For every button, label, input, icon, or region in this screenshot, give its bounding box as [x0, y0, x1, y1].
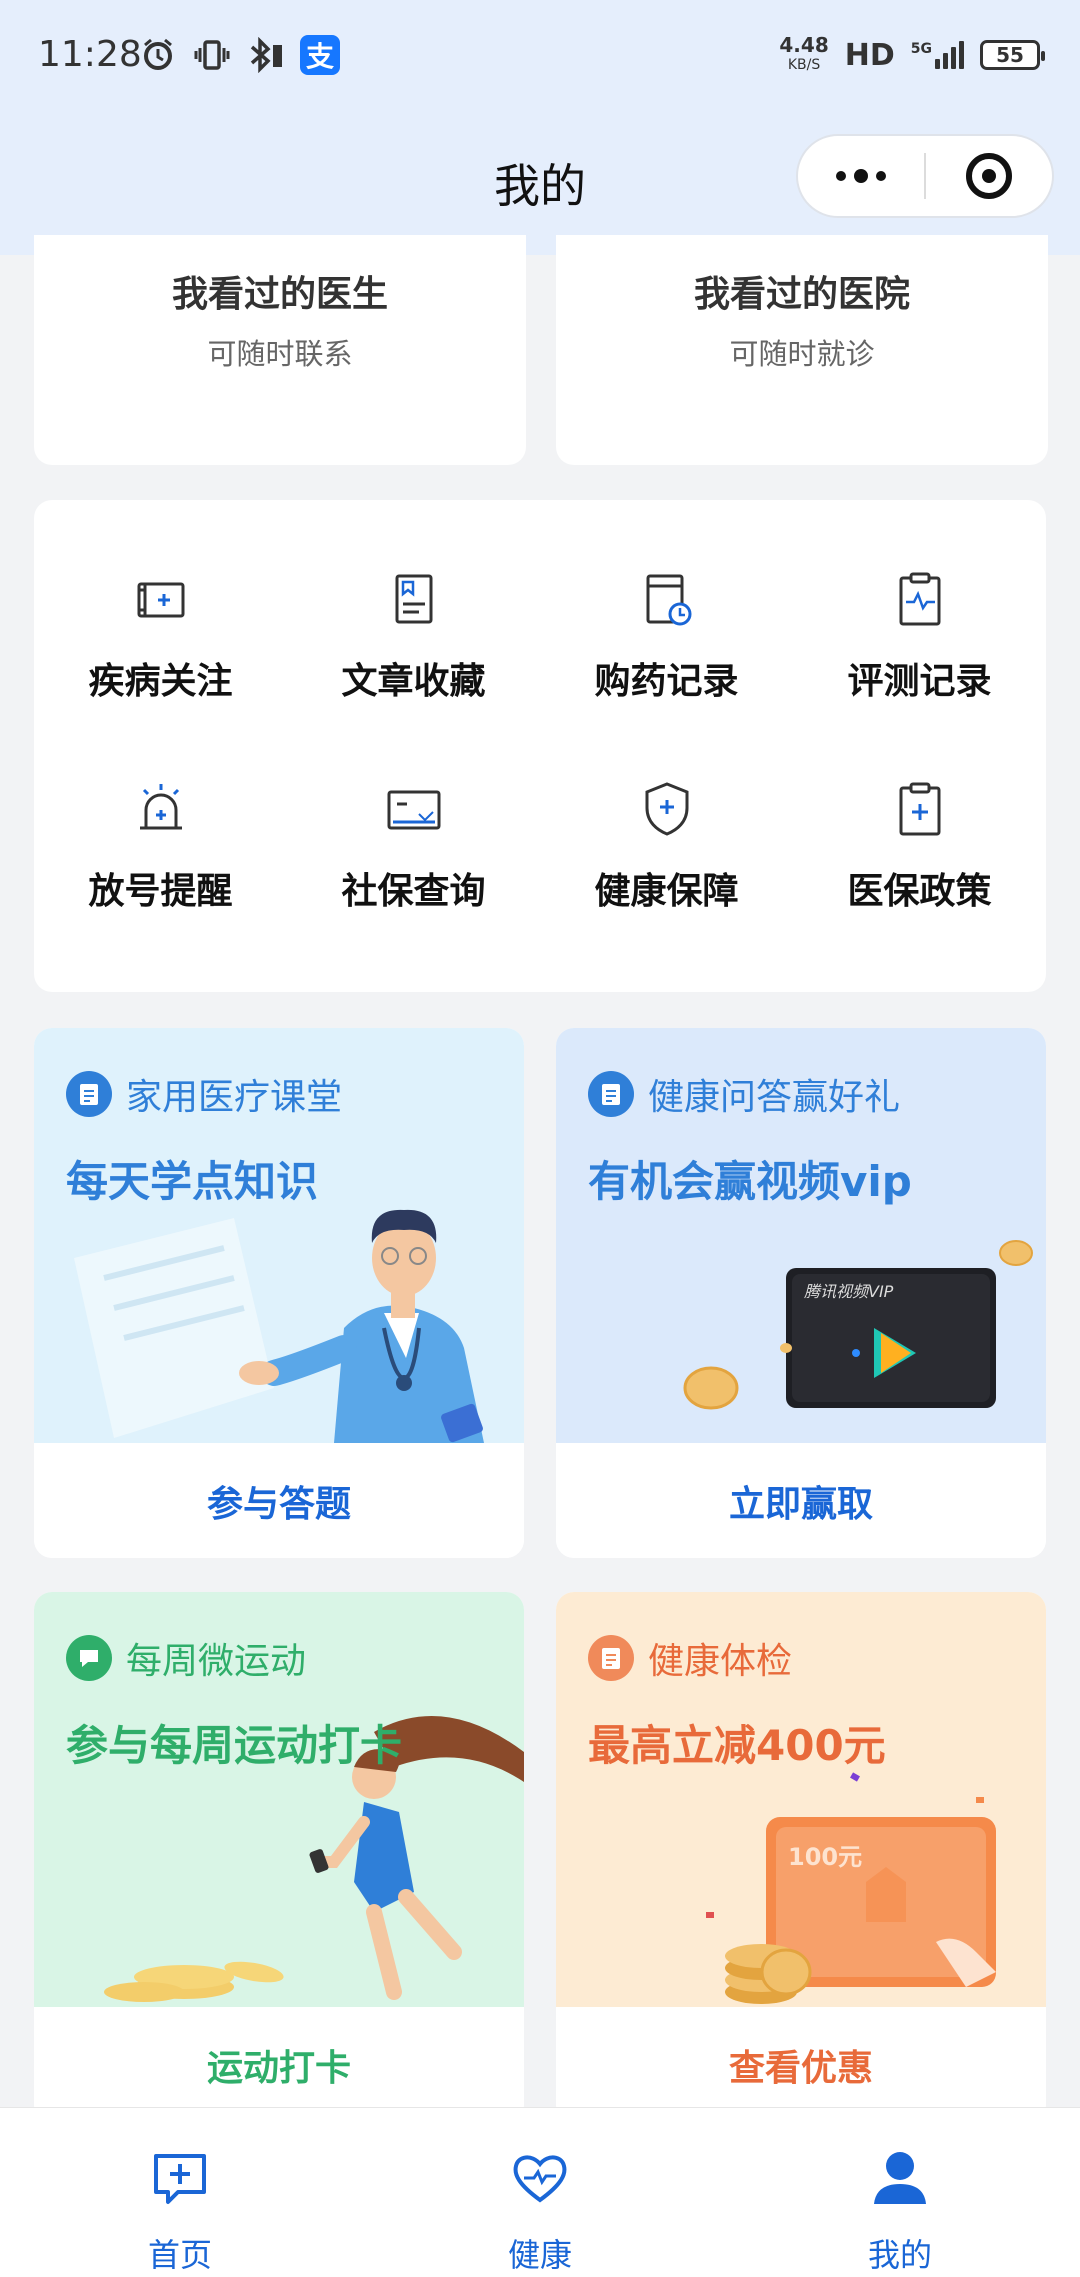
- note-icon: [66, 1071, 112, 1117]
- promo-health-checkup[interactable]: 健康体检 最高立减400元 100元 查看优惠: [556, 1592, 1046, 2122]
- user-profile-icon: [874, 2152, 926, 2204]
- exercise-checkin-button[interactable]: 运动打卡: [34, 2007, 524, 2122]
- promo-health-qa[interactable]: 健康问答赢好礼 有机会赢视频vip 腾讯视频VIP 立即赢取: [556, 1028, 1046, 1558]
- alarm-icon: [138, 35, 178, 75]
- service-label: 社保查询: [341, 871, 486, 912]
- tab-mine[interactable]: 我的: [800, 2108, 1000, 2277]
- service-health-protection[interactable]: 健康保障: [540, 710, 793, 920]
- note-icon: [588, 1635, 634, 1681]
- promo-home-medical-class[interactable]: 家用医疗课堂 每天学点知识 参与答题: [34, 1028, 524, 1558]
- promo-category-label: 每周微运动: [126, 1641, 307, 1682]
- nav-bar: 我的: [0, 110, 1080, 255]
- promo-category-label: 健康问答赢好礼: [648, 1077, 901, 1118]
- win-now-button[interactable]: 立即赢取: [556, 1443, 1046, 1558]
- medical-policy-icon: [899, 782, 941, 836]
- promo-category: 每周微运动: [66, 1632, 306, 1684]
- viewed-hospitals-subtitle: 可随时就诊: [729, 337, 875, 371]
- alarm-bell-icon: [140, 784, 182, 830]
- status-time: 11:28: [38, 34, 142, 75]
- promo-banner: 每周微运动 参与每周运动打卡: [34, 1592, 524, 2007]
- chat-bubble-icon: [66, 1635, 112, 1681]
- tab-label: 健康: [507, 2236, 572, 2274]
- network-type: 5G: [910, 41, 932, 57]
- promo-headline: 每天学点知识: [66, 1157, 319, 1206]
- signal-icon: 5G: [911, 41, 964, 69]
- service-label: 健康保障: [594, 871, 739, 912]
- article-bookmark-icon: [395, 574, 433, 624]
- viewed-hospitals-title: 我看过的医院: [693, 274, 910, 315]
- vibrate-icon: [192, 35, 232, 75]
- promo-category: 健康问答赢好礼: [588, 1068, 900, 1120]
- bluetooth-icon: [246, 35, 286, 75]
- disease-follow-icon: [137, 582, 185, 618]
- promo-banner: 健康问答赢好礼 有机会赢视频vip 腾讯视频VIP: [556, 1028, 1046, 1443]
- alipay-icon: 支: [300, 35, 340, 75]
- service-assessment-record[interactable]: 评测记录: [793, 500, 1046, 710]
- promo-headline: 有机会赢视频vip: [588, 1157, 912, 1206]
- service-alarm-remind[interactable]: 放号提醒: [34, 710, 287, 920]
- status-icons-left: 支: [138, 30, 340, 80]
- status-bar: 11:28 支 4.48 KB/S HD 5G 55: [0, 0, 1080, 110]
- tab-label: 首页: [147, 2236, 212, 2274]
- battery-level: 55: [996, 43, 1024, 67]
- tab-label: 我的: [867, 2236, 932, 2274]
- promo-weekly-exercise[interactable]: 每周微运动 参与每周运动打卡 运动打卡: [34, 1592, 524, 2122]
- service-label: 购药记录: [594, 661, 739, 702]
- net-speed-unit: KB/S: [787, 57, 821, 73]
- viewed-doctors-title: 我看过的医生: [171, 274, 388, 315]
- vip-card-label: 腾讯视频VIP: [804, 1282, 894, 1301]
- service-social-insurance[interactable]: 社保查询: [287, 710, 540, 920]
- promo-banner: 家用医疗课堂 每天学点知识: [34, 1028, 524, 1443]
- viewed-doctors-card[interactable]: 我看过的医生 可随时联系: [34, 235, 526, 465]
- promo-category-label: 家用医疗课堂: [126, 1077, 343, 1118]
- service-label: 医保政策: [847, 871, 992, 912]
- service-article-bookmark[interactable]: 文章收藏: [287, 500, 540, 710]
- health-heart-icon: [513, 2155, 567, 2203]
- hd-label: HD: [844, 37, 895, 73]
- service-label: 疾病关注: [88, 661, 233, 702]
- promo-banner: 健康体检 最高立减400元 100元: [556, 1592, 1046, 2007]
- social-insurance-icon: [387, 790, 441, 830]
- net-speed: 4.48 KB/S: [779, 35, 828, 75]
- answer-quiz-button[interactable]: 参与答题: [34, 1443, 524, 1558]
- promo-category-label: 健康体检: [648, 1641, 793, 1682]
- services-grid: 疾病关注 文章收藏 购药记录 评测记录 放号提醒 社保查询 健康保障 医保政策: [34, 500, 1046, 992]
- tab-health[interactable]: 健康: [440, 2108, 640, 2277]
- service-label: 放号提醒: [88, 871, 233, 912]
- bottom-tab-bar: 首页 健康 我的: [0, 2107, 1080, 2277]
- service-label: 评测记录: [847, 661, 992, 702]
- home-chat-plus-icon: [154, 2154, 206, 2204]
- net-speed-value: 4.48: [779, 33, 829, 57]
- service-disease-follow[interactable]: 疾病关注: [34, 500, 287, 710]
- coupon-value-label: 100元: [788, 1843, 863, 1871]
- viewed-doctors-subtitle: 可随时联系: [207, 337, 353, 371]
- promo-headline: 参与每周运动打卡: [66, 1721, 403, 1770]
- promo-category: 家用医疗课堂: [66, 1068, 342, 1120]
- promo-headline: 最高立减400元: [588, 1721, 886, 1770]
- note-icon: [588, 1071, 634, 1117]
- promo-category: 健康体检: [588, 1632, 792, 1684]
- status-icons-right: 4.48 KB/S HD 5G 55: [779, 30, 1045, 80]
- service-label: 文章收藏: [341, 661, 486, 702]
- viewed-hospitals-card[interactable]: 我看过的医院 可随时就诊: [556, 235, 1048, 465]
- more-button[interactable]: [798, 136, 924, 216]
- more-dots-icon: [836, 169, 886, 183]
- assessment-record-icon: [899, 572, 941, 626]
- medicine-record-icon: [646, 574, 692, 626]
- tab-home[interactable]: 首页: [80, 2108, 280, 2277]
- health-shield-icon: [645, 782, 689, 836]
- service-medicine-record[interactable]: 购药记录: [540, 500, 793, 710]
- battery-icon: 55: [980, 40, 1045, 70]
- mini-program-capsule: [796, 134, 1054, 218]
- service-medical-policy[interactable]: 医保政策: [793, 710, 1046, 920]
- close-target-icon: [966, 153, 1012, 199]
- view-discount-button[interactable]: 查看优惠: [556, 2007, 1046, 2122]
- close-button[interactable]: [926, 136, 1052, 216]
